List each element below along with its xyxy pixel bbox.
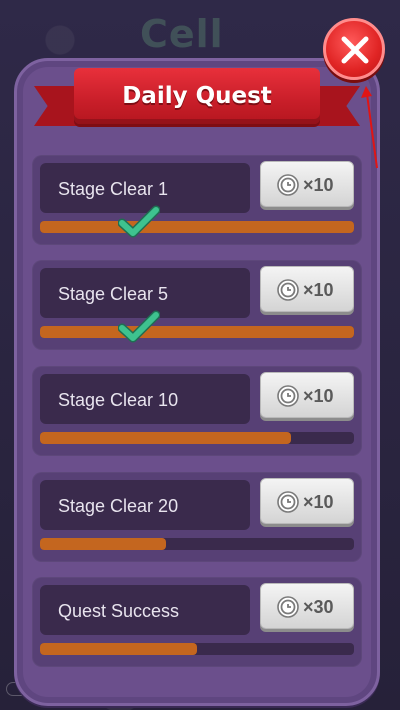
reward-amount: ×10: [303, 492, 334, 512]
title-ribbon: Daily Quest: [34, 66, 360, 138]
coin-icon: [277, 596, 299, 618]
progress-bar: [40, 643, 354, 655]
reward-amount: ×10: [303, 386, 334, 406]
progress-fill: [40, 432, 291, 444]
quest-label: Stage Clear 20: [58, 496, 179, 516]
check-icon: [118, 205, 160, 238]
coin-icon: [277, 385, 299, 407]
dialog-title: Daily Quest: [122, 83, 272, 109]
quest-row: Quest Success ×30: [32, 577, 362, 667]
progress-bar: [40, 221, 354, 233]
quest-label-box: Stage Clear 20: [40, 480, 250, 530]
pointer-arrow-icon: [361, 86, 378, 169]
progress-bar: [40, 432, 354, 444]
check-icon: [118, 310, 160, 343]
background-logo: Cell: [140, 12, 224, 56]
coin-icon: [277, 174, 299, 196]
close-button[interactable]: [323, 18, 385, 80]
claim-reward-button[interactable]: ×10: [260, 266, 354, 312]
claim-reward-button[interactable]: ×30: [260, 583, 354, 629]
claim-reward-button[interactable]: ×10: [260, 372, 354, 418]
reward-amount: ×30: [303, 597, 334, 617]
coin-icon: [277, 491, 299, 513]
progress-fill: [40, 538, 166, 550]
close-icon: [341, 36, 369, 64]
quest-row: Stage Clear 20 ×10: [32, 472, 362, 562]
quest-row: Stage Clear 5 ×10: [32, 260, 362, 350]
progress-bar: [40, 326, 354, 338]
progress-fill: [40, 643, 197, 655]
reward-amount: ×10: [303, 175, 334, 195]
progress-fill: [40, 221, 354, 233]
quest-label: Stage Clear 10: [58, 390, 179, 410]
progress-bar: [40, 538, 354, 550]
claim-reward-button[interactable]: ×10: [260, 161, 354, 207]
quest-row: Stage Clear 10 ×10: [32, 366, 362, 456]
reward-amount: ×10: [303, 280, 334, 300]
progress-fill: [40, 326, 354, 338]
claim-reward-button[interactable]: ×10: [260, 478, 354, 524]
quest-label-box: Stage Clear 10: [40, 374, 250, 424]
quest-label-box: Quest Success: [40, 585, 250, 635]
quest-label: Quest Success: [58, 601, 180, 621]
coin-icon: [277, 279, 299, 301]
quest-row: Stage Clear 1 ×10: [32, 155, 362, 245]
